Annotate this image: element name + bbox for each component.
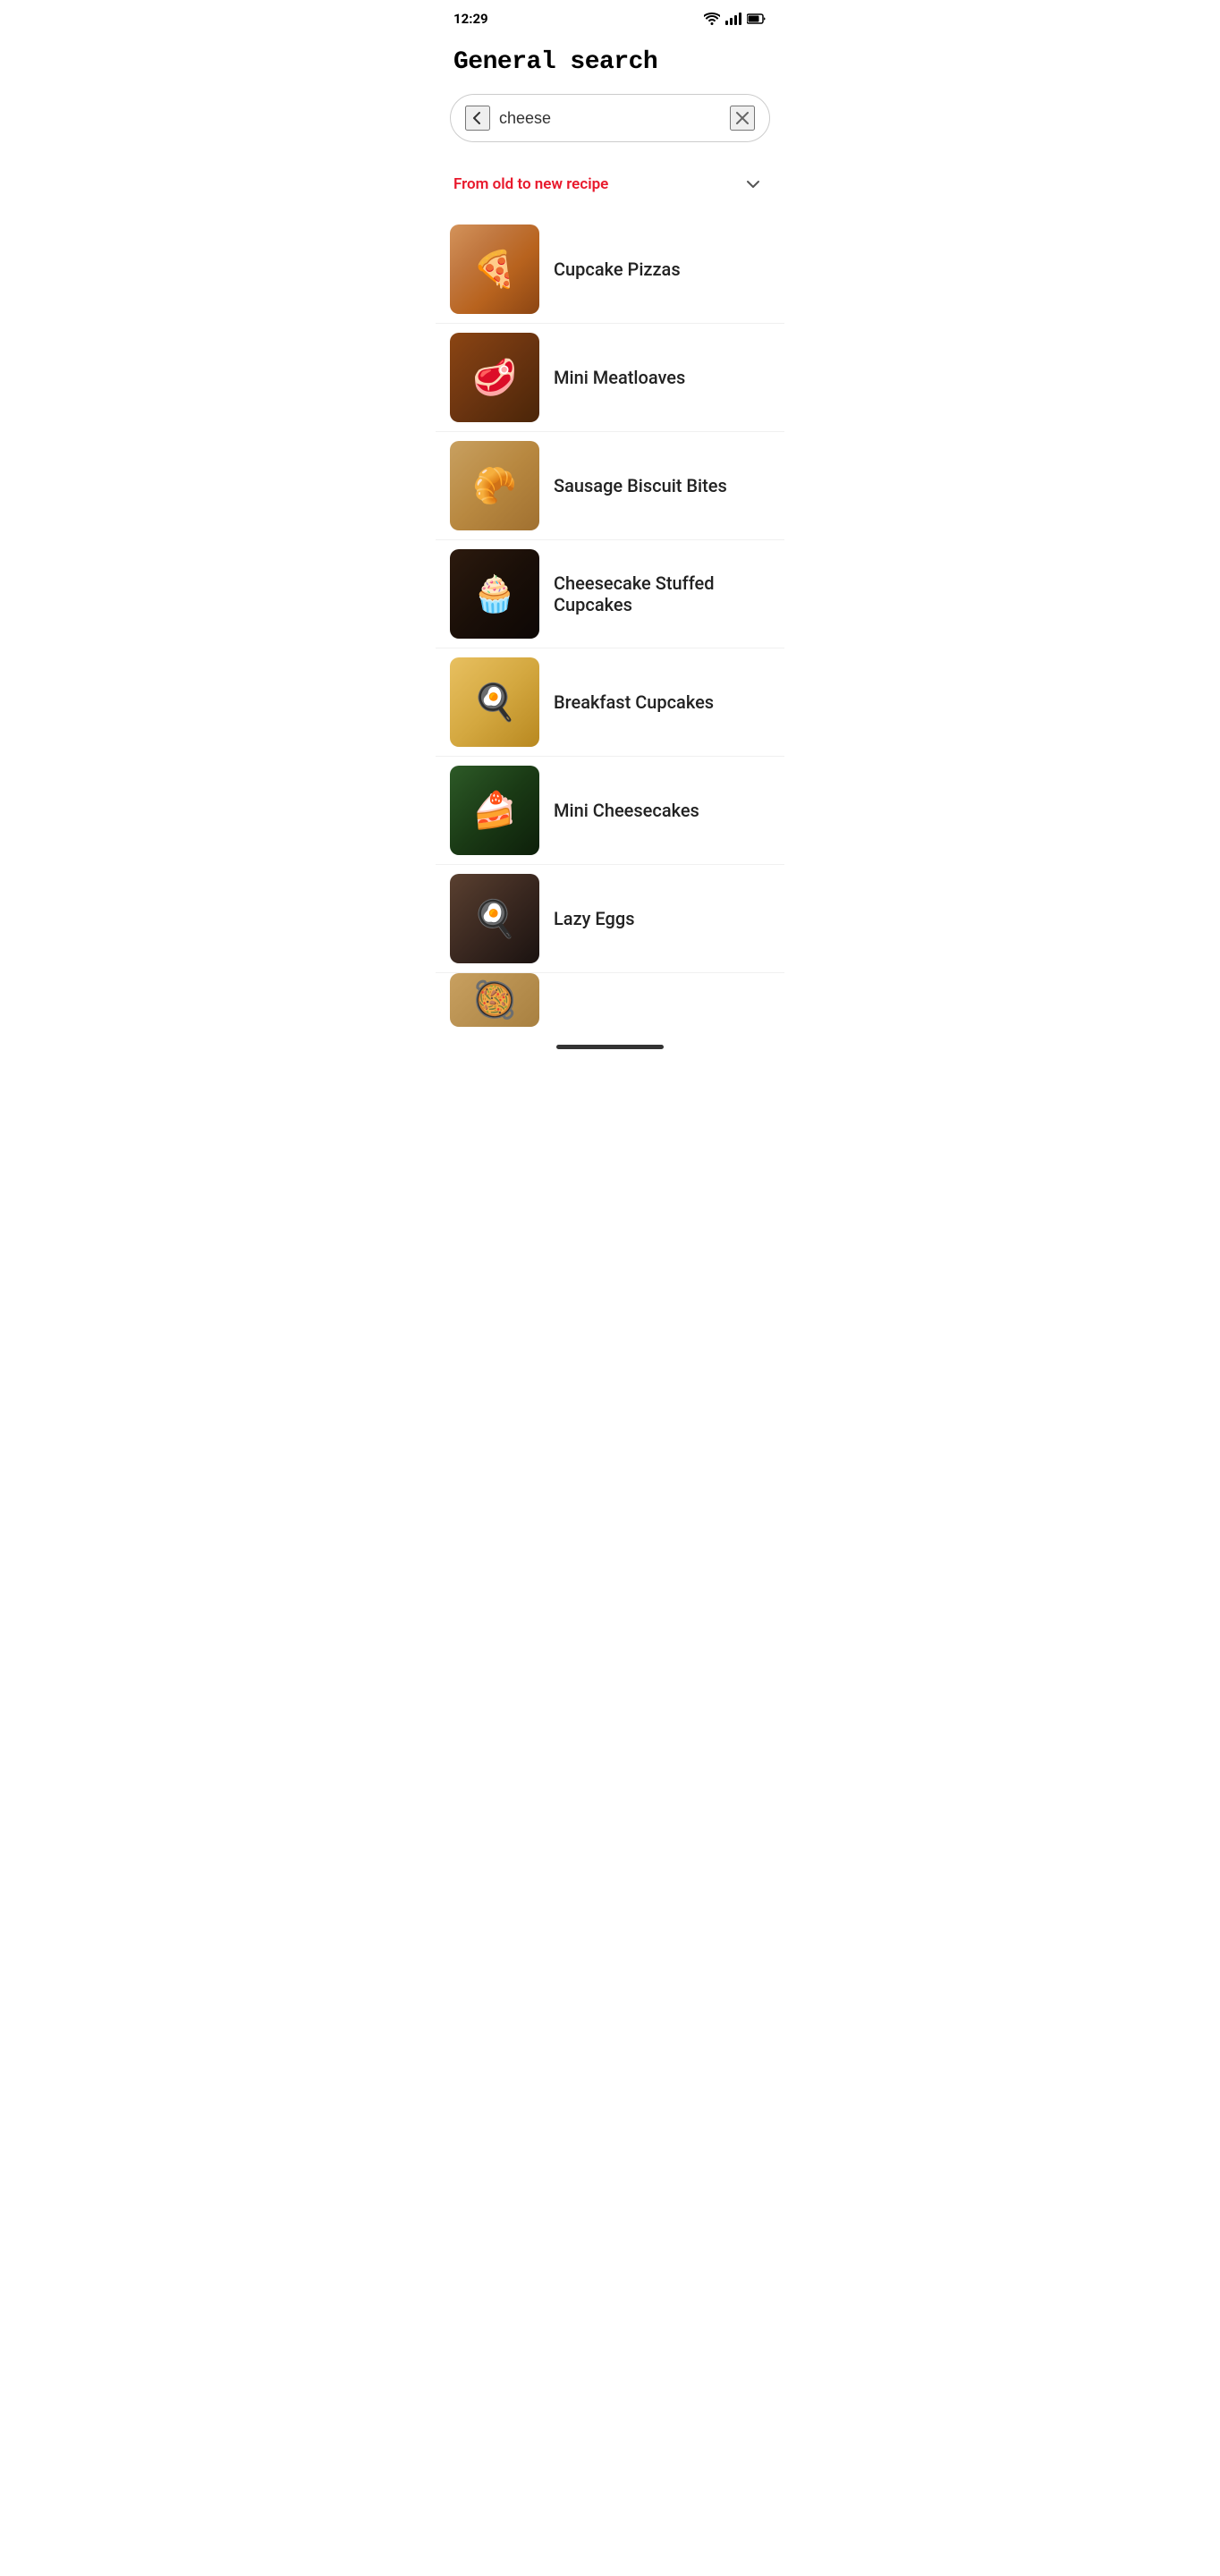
recipe-image [450, 225, 539, 314]
recipe-item[interactable]: Mini Meatloaves [436, 324, 784, 432]
recipe-image [450, 657, 539, 747]
filter-chevron-button[interactable] [740, 171, 767, 198]
recipe-name: Lazy Eggs [554, 908, 770, 929]
bottom-indicator [556, 1045, 664, 1049]
search-clear-button[interactable] [730, 106, 755, 131]
battery-icon [747, 13, 767, 24]
recipe-image [450, 333, 539, 422]
recipe-item-partial[interactable] [436, 973, 784, 1027]
recipe-name: Sausage Biscuit Bites [554, 475, 770, 496]
recipe-image [450, 874, 539, 963]
chevron-down-icon [743, 174, 763, 194]
recipe-item[interactable]: Cupcake Pizzas [436, 216, 784, 324]
recipe-image [450, 766, 539, 855]
wifi-icon [704, 13, 720, 25]
recipe-image [450, 973, 539, 1027]
status-icons [704, 13, 767, 25]
recipe-name: Cupcake Pizzas [554, 258, 770, 280]
back-icon [470, 110, 486, 126]
bottom-bar [436, 1027, 784, 1067]
recipe-list: Cupcake Pizzas Mini Meatloaves Sausage B… [436, 216, 784, 1027]
status-bar: 12:29 [436, 0, 784, 34]
recipe-image [450, 441, 539, 530]
recipe-name: Mini Meatloaves [554, 367, 770, 388]
recipe-name: Cheesecake Stuffed Cupcakes [554, 572, 770, 615]
search-back-button[interactable] [465, 106, 490, 131]
clear-icon [735, 111, 750, 125]
signal-icon [725, 13, 741, 25]
search-input[interactable] [499, 109, 721, 128]
recipe-item[interactable]: Breakfast Cupcakes [436, 648, 784, 757]
page-title: General search [436, 34, 784, 94]
filter-row[interactable]: From old to new recipe [436, 164, 784, 216]
recipe-image [450, 549, 539, 639]
status-time: 12:29 [453, 11, 488, 27]
filter-label: From old to new recipe [453, 175, 608, 193]
search-bar [450, 94, 770, 142]
recipe-item[interactable]: Mini Cheesecakes [436, 757, 784, 865]
recipe-name: Mini Cheesecakes [554, 800, 770, 821]
recipe-name: Breakfast Cupcakes [554, 691, 770, 713]
recipe-item[interactable]: Cheesecake Stuffed Cupcakes [436, 540, 784, 648]
recipe-item[interactable]: Lazy Eggs [436, 865, 784, 973]
recipe-item[interactable]: Sausage Biscuit Bites [436, 432, 784, 540]
